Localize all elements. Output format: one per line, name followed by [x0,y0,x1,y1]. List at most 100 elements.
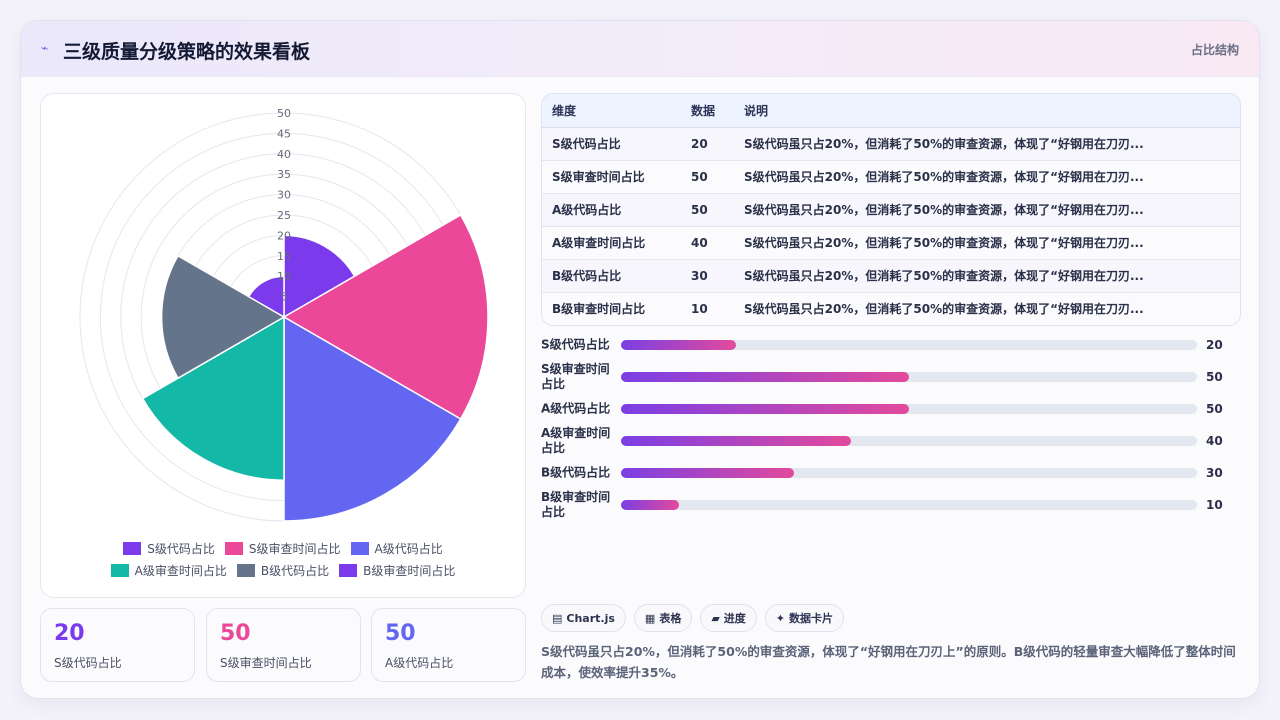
legend-swatch [224,541,243,555]
table-cell: S级代码占比 [542,127,681,161]
tick-label: 5 [281,291,288,304]
progress-track [621,404,1197,414]
legend-swatch [123,541,142,555]
page-title: 三级质量分级策略的效果看板 [63,41,311,63]
chip-label: 表格 [659,612,682,625]
progress-label: S级代码占比 [541,337,610,352]
progress-value: 10 [1206,498,1223,512]
legend-label: S级审查时间占比 [248,541,341,556]
progress-row: A级代码占比 50 [541,393,1241,425]
progress-track [621,500,1197,510]
table-cell: S级代码虽只占20%，但消耗了50%的审查资源，体现了“好钢用在刀刃... [744,302,1144,317]
sparkle-icon: ✦ [775,611,786,625]
legend-swatch [236,563,255,577]
polar-area-chart: 5 10 15 20 25 30 35 40 45 50 [79,107,489,522]
data-table: 维度 数据 说明 S级代码占比 20 S级代码虽只占20%，但消耗了50%的审查资源… [541,93,1241,326]
kpi-card: 50 A级代码占比 [371,608,526,682]
table-row: S级代码占比 20 S级代码虽只占20%，但消耗了50%的审查资源，体现了“好钢用在… [542,127,1240,161]
progress-track [621,372,1197,382]
progress-icon: ▰ [711,611,720,625]
progress-fill [621,340,737,350]
chart-legend: S级代码占比 S级审查时间占比 A级代码占比 A级审查时间占比 B级代码占比 B级审查时间… [41,537,525,581]
progress-track [621,468,1197,478]
legend-swatch [110,563,129,577]
kpi-label: S级审查时间占比 [220,656,312,670]
table-row: A级审查时间占比 40 S级代码虽只占20%，但消耗了50%的审查资源，体现了“好钢… [542,226,1240,260]
progress-row: S级代码占比 20 [541,329,1241,361]
legend-item[interactable]: S级审查时间占比 [224,540,341,557]
progress-row: B级审查时间占比 10 [541,489,1241,521]
kpi-value: 50 [220,621,251,646]
legend-item[interactable]: A级代码占比 [350,540,443,557]
chip-data-cards[interactable]: ✦ 数据卡片 [764,604,845,632]
table-cell: S级代码虽只占20%，但消耗了50%的审查资源，体现了“好钢用在刀刃... [734,193,1240,227]
table-row: S级审查时间占比 50 S级代码虽只占20%，但消耗了50%的审查资源，体现了“好钢… [542,160,1240,194]
chart-icon: ▤ [552,611,563,625]
progress-value: 50 [1206,370,1223,384]
table-cell: 30 [681,259,734,293]
legend-label: A级代码占比 [374,541,443,556]
chip-chartjs[interactable]: ▤ Chart.js [541,604,626,632]
table-header-row: 维度 数据 说明 [542,94,1240,128]
legend-label: S级代码占比 [147,541,215,556]
progress-value: 40 [1206,434,1223,448]
progress-label: B级审查时间占比 [541,490,611,519]
progress-label: A级代码占比 [541,401,611,416]
kpi-value: 20 [54,621,85,646]
tick-label: 40 [277,148,291,161]
progress-fill [621,500,679,510]
table-cell: B级审查时间占比 [552,302,646,317]
tick-label: 20 [277,229,291,242]
legend-label: B级代码占比 [260,563,330,578]
polar-chart-panel: 5 10 15 20 25 30 35 40 45 50 S级代码占比 S级审查时间占比 A级代码占比… [40,93,526,598]
legend-label: A级审查时间占比 [134,563,227,578]
tick-label: 45 [277,127,291,140]
chip-progress[interactable]: ▰ 进度 [700,604,757,632]
progress-row: S级审查时间占比 50 [541,361,1241,393]
chip-table[interactable]: ▦ 表格 [633,604,693,632]
legend-item[interactable]: B级审查时间占比 [339,562,455,579]
legend-item[interactable]: S级代码占比 [123,540,215,557]
kpi-card: 20 S级代码占比 [40,608,195,682]
progress-value: 20 [1206,338,1223,352]
progress-value: 50 [1206,402,1223,416]
kpi-label: A级代码占比 [385,656,454,670]
table-cell: A级审查时间占比 [542,226,681,260]
table-row: A级代码占比 50 S级代码虽只占20%，但消耗了50%的审查资源，体现了“好钢用在… [542,193,1240,227]
table-cell: S级审查时间占比 [542,160,681,194]
table-cell: 50 [681,193,734,227]
legend-swatch [339,563,358,577]
legend-label: B级审查时间占比 [363,563,456,578]
tick-label: 35 [277,168,291,181]
progress-label: B级代码占比 [541,465,611,480]
table-cell: S级代码虽只占20%，但消耗了50%的审查资源，体现了“好钢用在刀刃... [734,226,1240,260]
header-tag: 占比结构 [1190,43,1239,57]
legend-swatch [350,541,369,555]
dashboard-header: ⌁ 三级质量分级策略的效果看板 占比结构 [21,21,1259,77]
tick-label: 10 [277,270,291,283]
summary-text: S级代码虽只占20%，但消耗了50%的审查资源，体现了“好钢用在刀刃上”的原则。… [541,644,1236,680]
table-cell: 20 [681,127,734,161]
table-cell: S级代码虽只占20%，但消耗了50%的审查资源，体现了“好钢用在刀刃... [734,160,1240,194]
tick-label: 15 [277,250,291,263]
progress-track [621,436,1197,446]
column-header-dimension: 维度 [542,94,681,128]
progress-row: B级代码占比 30 [541,457,1241,489]
column-header-description: 说明 [734,94,1240,128]
progress-fill [621,468,794,478]
table-cell: S级代码虽只占20%，但消耗了50%的审查资源，体现了“好钢用在刀刃... [734,259,1240,293]
legend-row: A级审查时间占比 B级代码占比 B级审查时间占比 [41,559,525,581]
progress-label: A级审查时间占比 [541,426,611,455]
table-cell: B级代码占比 [542,259,681,293]
legend-item[interactable]: A级审查时间占比 [110,562,227,579]
column-header-data: 数据 [681,94,734,128]
chip-label: Chart.js [566,611,615,625]
kpi-value: 50 [385,621,416,646]
table-cell: 40 [681,226,734,260]
legend-item[interactable]: B级代码占比 [236,562,330,579]
tick-label: 30 [277,189,291,202]
kpi-label: S级代码占比 [54,656,122,670]
table-row: B级审查时间占比 10 S级代码虽只占20%，但消耗了50%的审查资源，体现了“好钢… [542,292,1240,325]
table-cell: A级代码占比 [542,193,681,227]
table-cell: S级代码虽只占20%，但消耗了50%的审查资源，体现了“好钢用在刀刃... [734,127,1240,161]
